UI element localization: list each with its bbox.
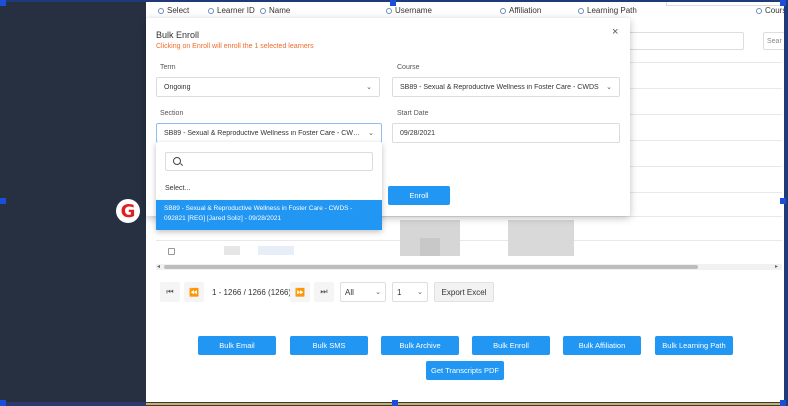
course-value: SB89 - Sexual & Reproductive Wellness in… <box>400 83 599 91</box>
sort-icon <box>260 7 266 14</box>
term-label: Term <box>160 64 176 71</box>
column-header-label: Affiliation <box>509 6 542 15</box>
blurred-cell <box>420 238 440 256</box>
column-header-label: Username <box>395 6 432 15</box>
close-icon[interactable]: × <box>612 27 618 38</box>
annotation-marker: G <box>116 199 140 223</box>
scroll-right-icon[interactable]: ▸ <box>775 264 778 270</box>
blurred-cell <box>258 246 294 255</box>
resize-handle[interactable] <box>780 0 786 6</box>
prev-page-button[interactable]: ⏪ <box>184 282 204 302</box>
scroll-left-icon[interactable]: ◂ <box>157 264 160 270</box>
column-header-select[interactable]: Select <box>158 6 189 15</box>
page-range-info: 1 - 1266 / 1266 (1266) <box>212 287 292 297</box>
bulk-enroll-button[interactable]: Bulk Enroll <box>472 336 550 355</box>
export-excel-button[interactable]: Export Excel <box>434 282 494 302</box>
chevron-down-icon: ⌄ <box>606 84 612 91</box>
column-header-label: Learning Path <box>587 6 637 15</box>
export-excel-label: Export Excel <box>441 287 487 297</box>
resize-handle[interactable] <box>392 400 398 406</box>
bulk-affiliation-button[interactable]: Bulk Affiliation <box>563 336 641 355</box>
bulk-sms-button[interactable]: Bulk SMS <box>290 336 368 355</box>
section-select[interactable]: SB89 - Sexual & Reproductive Wellness in… <box>156 123 382 143</box>
resize-handle[interactable] <box>780 198 786 204</box>
column-header-learning-path[interactable]: Learning Path <box>578 6 637 15</box>
resize-handle[interactable] <box>0 198 6 204</box>
prev-page-icon: ⏪ <box>189 287 199 297</box>
bulk-archive-button[interactable]: Bulk Archive <box>381 336 459 355</box>
table-search-label: Sear <box>767 37 782 45</box>
row-divider <box>156 240 782 241</box>
resize-handle[interactable] <box>0 400 6 406</box>
course-select[interactable]: SB89 - Sexual & Reproductive Wellness in… <box>392 77 620 97</box>
sort-icon <box>386 7 392 14</box>
table-search-button[interactable]: Sear <box>763 32 785 50</box>
page-number-select[interactable]: 1 ⌄ <box>392 282 428 302</box>
chevron-down-icon: ⌄ <box>375 289 381 296</box>
start-date-label: Start Date <box>397 110 429 117</box>
section-label: Section <box>160 110 184 117</box>
column-header-learner-id[interactable]: Learner ID <box>208 6 255 15</box>
dropdown-search-input[interactable] <box>165 152 373 171</box>
column-header-affiliation[interactable]: Affiliation <box>500 6 541 15</box>
column-header-label: Select <box>167 6 190 15</box>
resize-handle[interactable] <box>390 0 396 6</box>
row-checkbox[interactable] <box>168 248 175 255</box>
column-header-username[interactable]: Username <box>386 6 432 15</box>
bulk-email-button[interactable]: Bulk Email <box>198 336 276 355</box>
frame-bottom-highlight <box>146 403 786 405</box>
table-search-input[interactable] <box>628 32 744 50</box>
first-page-icon: ⏮ <box>166 287 174 296</box>
page-size-select[interactable]: All ⌄ <box>340 282 386 302</box>
last-page-icon: ⏭ <box>320 287 328 296</box>
search-icon <box>173 157 181 165</box>
dropdown-option-selected[interactable]: SB89 - Sexual & Reproductive Wellness in… <box>156 200 382 230</box>
column-header-label: Name <box>269 6 291 15</box>
sort-icon <box>500 7 506 14</box>
modal-subtitle: Clicking on Enroll will enroll the 1 sel… <box>156 43 314 50</box>
resize-handle[interactable] <box>0 0 6 6</box>
dropdown-placeholder-option[interactable]: Select... <box>165 185 190 192</box>
sort-icon <box>756 7 762 14</box>
last-page-button[interactable]: ⏭ <box>314 282 334 302</box>
sort-icon <box>578 7 584 14</box>
blurred-cell <box>224 246 240 255</box>
section-value: SB89 - Sexual & Reproductive Wellness in… <box>164 129 365 137</box>
bulk-learning-path-button[interactable]: Bulk Learning Path <box>655 336 733 355</box>
term-value: Ongoing <box>164 83 191 91</box>
column-header-name[interactable]: Name <box>260 6 290 15</box>
sort-icon <box>158 7 164 14</box>
modal-title: Bulk Enroll <box>156 30 200 40</box>
column-header-label: Learner ID <box>217 6 255 15</box>
chevron-down-icon: ⌄ <box>417 289 423 296</box>
option-line-2: 092821 [REG] [Jared Soliz] - 09/28/2021 <box>164 215 282 222</box>
resize-handle[interactable] <box>780 400 786 406</box>
scrollbar-thumb[interactable] <box>164 265 698 269</box>
course-label: Course <box>397 64 420 71</box>
next-page-icon: ⏩ <box>295 287 305 297</box>
section-dropdown-menu: Select... SB89 - Sexual & Reproductive W… <box>156 142 382 230</box>
enroll-button[interactable]: Enroll <box>388 186 450 205</box>
sort-icon <box>208 7 214 14</box>
option-line-1: SB89 - Sexual & Reproductive Wellness in… <box>164 205 353 212</box>
page-size-value: All <box>345 287 354 297</box>
first-page-button[interactable]: ⏮ <box>160 282 180 302</box>
page-number-value: 1 <box>397 287 402 297</box>
start-date-value: 09/28/2021 <box>400 129 436 137</box>
next-page-button[interactable]: ⏩ <box>290 282 310 302</box>
blurred-cell <box>508 220 574 256</box>
chevron-down-icon: ⌄ <box>368 130 374 137</box>
get-transcripts-pdf-button[interactable]: Get Transcripts PDF <box>426 361 504 380</box>
start-date-input[interactable]: 09/28/2021 <box>392 123 620 143</box>
chevron-down-icon: ⌄ <box>366 84 372 91</box>
term-select[interactable]: Ongoing ⌄ <box>156 77 380 97</box>
